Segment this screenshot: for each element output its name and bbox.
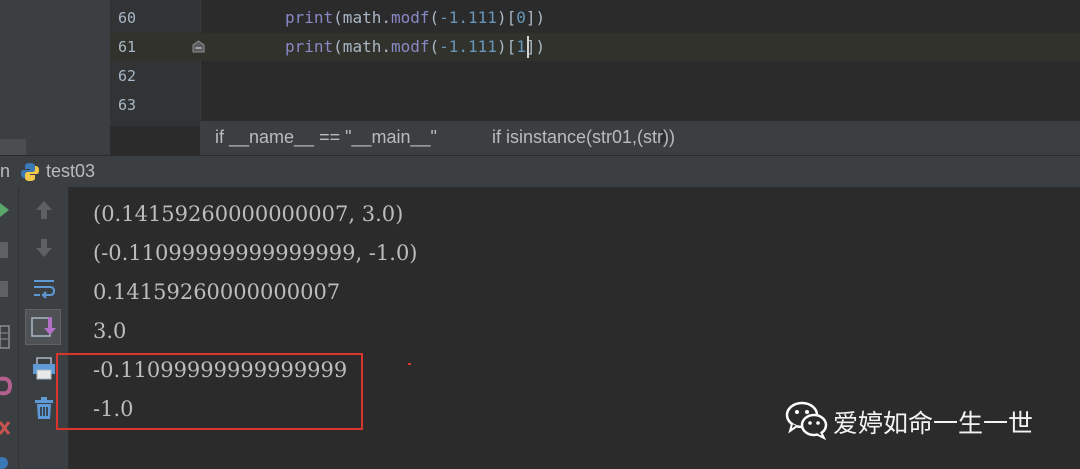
tool-window-stripe [0, 139, 26, 155]
scroll-to-end-button[interactable] [25, 309, 61, 345]
code-token: print [285, 8, 334, 27]
run-tab-label[interactable]: n [0, 161, 10, 182]
dump-threads-icon[interactable] [0, 325, 10, 349]
project-tool-window-strip [0, 0, 110, 155]
code-token: modf [390, 37, 430, 56]
code-token: (math. [333, 37, 391, 56]
code-token: )[ [496, 37, 517, 56]
pause-icon[interactable] [0, 281, 8, 297]
annotation-mark [408, 363, 411, 365]
text-caret [527, 36, 529, 58]
stop-icon[interactable] [0, 242, 8, 258]
console-line: 0.14159260000000007 [93, 280, 341, 304]
current-line-highlight [110, 33, 1080, 61]
code-token: )[ [496, 8, 517, 27]
close-icon[interactable] [0, 421, 10, 435]
code-token: 1 [516, 37, 526, 56]
breadcrumb-item[interactable]: if isinstance(str01,(str)) [492, 127, 675, 148]
run-toolbar-primary [0, 187, 19, 469]
trash-icon[interactable] [31, 395, 57, 421]
code-line-61[interactable]: print(math.modf(-1.111)[1]) [285, 37, 545, 56]
print-icon[interactable] [31, 355, 57, 381]
code-token: -1.111 [439, 8, 497, 27]
highlight-annotation-box [56, 353, 363, 430]
line-number: 63 [118, 96, 137, 114]
settings-icon[interactable] [0, 375, 12, 397]
soft-wrap-icon[interactable] [31, 275, 57, 301]
watermark-text: 爱婷如命一生一世 [833, 409, 1034, 438]
line-number: 60 [118, 9, 137, 27]
arrow-up-icon[interactable] [31, 197, 57, 223]
code-token: ]) [525, 8, 546, 27]
console-line: (-0.11099999999999999, -1.0) [93, 241, 418, 265]
code-token: 0 [516, 8, 526, 27]
code-token: modf [390, 8, 430, 27]
line-number: 61 [118, 38, 137, 56]
fold-marker-icon[interactable] [192, 40, 205, 53]
code-line-60[interactable]: print(math.modf(-1.111)[0]) [285, 8, 545, 27]
breadcrumb-item[interactable]: if __name__ == "__main__" [215, 127, 437, 148]
wechat-icon [785, 401, 828, 440]
breadcrumb: if __name__ == "__main__" if isinstance(… [200, 121, 1080, 155]
code-token: -1.111 [439, 37, 497, 56]
scroll-to-end-icon [31, 317, 56, 337]
run-tool-window-header: n test03 [0, 155, 1080, 187]
code-token: ( [429, 8, 440, 27]
help-icon[interactable] [0, 455, 8, 469]
code-token: (math. [333, 8, 391, 27]
rerun-icon[interactable] [0, 203, 10, 217]
line-number: 62 [118, 67, 137, 85]
console-line: (0.14159260000000007, 3.0) [93, 202, 404, 226]
console-line: 3.0 [93, 319, 127, 343]
code-token: ( [429, 37, 440, 56]
run-config-name[interactable]: test03 [46, 161, 95, 182]
arrow-down-icon[interactable] [31, 235, 57, 261]
code-token: print [285, 37, 334, 56]
python-icon [21, 163, 39, 181]
